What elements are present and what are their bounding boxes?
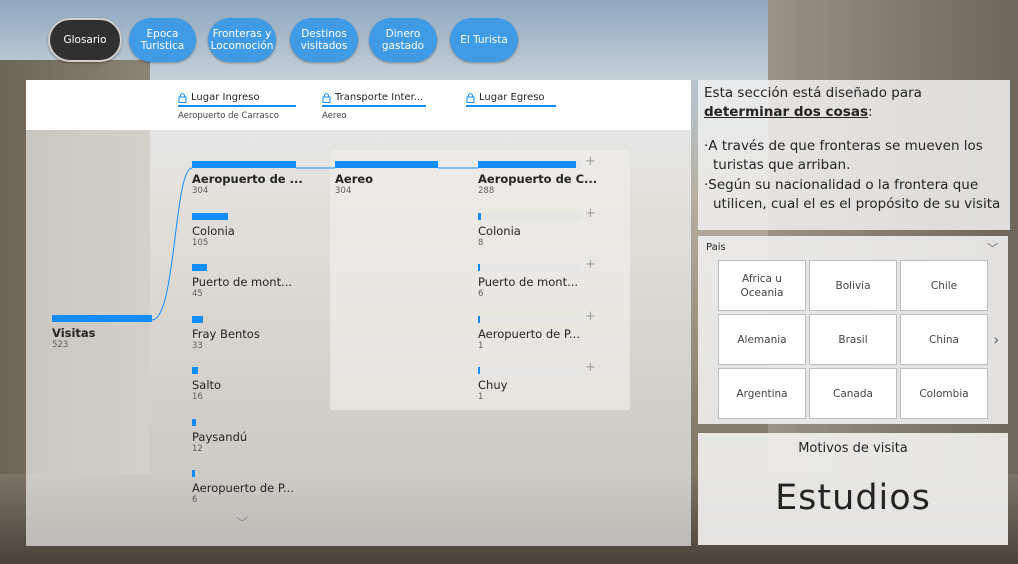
slicer-title: Pais: [706, 242, 726, 253]
info-intro: Esta sección está diseñado para determin…: [704, 85, 922, 120]
nav-button-glosario[interactable]: Glosario: [48, 18, 122, 62]
node-name: Aeropuerto de P...: [192, 481, 294, 495]
node-bar: [335, 161, 438, 168]
tree-node[interactable]: Aeropuerto de C... 288: [478, 161, 598, 196]
node-bar: [192, 212, 228, 220]
node-name: Colonia: [192, 223, 235, 238]
chevron-right-icon[interactable]: ›: [993, 330, 999, 349]
nav-button-el-turista[interactable]: El Turista: [450, 18, 518, 62]
node-bar: [192, 470, 195, 477]
nav-button-epoca-turistica[interactable]: Epoca Turistica: [129, 18, 196, 62]
plus-icon[interactable]: +: [585, 309, 596, 324]
tree-node[interactable]: Puerto de mont... 45: [192, 264, 296, 299]
tree-node[interactable]: Colonia 105: [192, 212, 296, 248]
tree-node-root[interactable]: Visitas 523: [52, 315, 152, 350]
slicer-item[interactable]: Canada: [809, 368, 897, 419]
node-name: Aeropuerto de P...: [478, 326, 580, 341]
node-count: 16: [192, 392, 203, 402]
nav-button-dinero-gastado[interactable]: Dinero gastado: [369, 18, 437, 62]
card-title: Motivos de visita: [798, 441, 908, 456]
node-name: Visitas: [52, 326, 96, 340]
node-name: Aereo: [335, 172, 374, 186]
slicer-item[interactable]: Africa u Oceania: [718, 260, 806, 311]
slicer-item[interactable]: Alemania: [718, 314, 806, 365]
slicer-item[interactable]: Argentina: [718, 368, 806, 419]
plus-icon[interactable]: +: [585, 360, 596, 375]
node-bar: [478, 161, 581, 168]
node-bar: [478, 264, 581, 271]
info-bullet-1: ·A través de que fronteras se mueven los…: [704, 138, 983, 173]
plus-icon[interactable]: +: [585, 154, 596, 169]
plus-icon[interactable]: +: [585, 257, 596, 272]
node-name: Aeropuerto de ...: [192, 172, 303, 186]
slicer-item[interactable]: Brasil: [809, 314, 897, 365]
slicer-item[interactable]: China: [900, 314, 988, 365]
node-count: 105: [192, 237, 209, 248]
node-name: Fray Bentos: [192, 326, 260, 341]
tree-node[interactable]: Colonia 8: [478, 212, 581, 248]
slicer-item[interactable]: Chile: [900, 260, 988, 311]
node-name: Chuy: [478, 378, 508, 392]
chevron-down-icon[interactable]: ﹀: [987, 240, 998, 256]
node-count: 33: [192, 340, 203, 351]
node-name: Puerto de mont...: [478, 275, 579, 289]
node-count: 1: [478, 392, 484, 402]
card-value: Estudios: [775, 478, 931, 518]
nav-button-destinos-visitados[interactable]: Destinos visitados: [290, 18, 358, 62]
node-count: 288: [478, 186, 495, 196]
scroll-down-chevron-icon[interactable]: ﹀: [236, 514, 248, 531]
nav-button-label: Dinero gastado: [381, 28, 425, 52]
tree-node[interactable]: Aeropuerto de ... 304: [192, 161, 303, 196]
tree-node[interactable]: Aeropuerto de P... 1: [478, 315, 581, 351]
node-count: 12: [192, 443, 203, 454]
slicer-item[interactable]: Bolivia: [809, 260, 897, 311]
node-count: 304: [335, 186, 352, 196]
tree-node[interactable]: Aereo 304: [335, 161, 438, 196]
plus-icon[interactable]: +: [585, 206, 596, 221]
node-count: 45: [192, 289, 203, 299]
node-count: 6: [192, 495, 198, 505]
node-name: Aeropuerto de C...: [478, 172, 598, 186]
nav-button-label: Destinos visitados: [300, 28, 348, 52]
tree-node[interactable]: Salto 16: [192, 367, 296, 402]
node-count: 523: [52, 340, 69, 350]
node-name: Puerto de mont...: [192, 275, 293, 289]
node-bar: [478, 315, 581, 323]
nav-button-label: El Turista: [460, 34, 508, 46]
info-text-box: Esta sección está diseñado para determin…: [698, 80, 1010, 230]
node-bar: [192, 315, 204, 323]
node-count: 6: [478, 289, 484, 299]
nav-button-label: Epoca Turistica: [140, 28, 185, 52]
node-bar: [192, 418, 197, 426]
tree-node[interactable]: Paysandú 12: [192, 418, 296, 454]
nav-button-fronteras-locomocion[interactable]: Fronteras y Locomoción: [208, 18, 276, 62]
node-name: Colonia: [478, 223, 521, 238]
slicer-item[interactable]: Colombia: [900, 368, 988, 419]
tree-node[interactable]: Puerto de mont... 6: [478, 264, 581, 299]
nav-button-label: Glosario: [63, 34, 107, 46]
node-bar: [192, 367, 198, 374]
decomposition-tree: Lugar Ingreso Aeropuerto de Carrasco Tra…: [26, 80, 691, 546]
info-bullet-2: ·Según su nacionalidad o la frontera que…: [704, 177, 1001, 212]
country-slicer: Pais ﹀ Africa u Oceania Bolivia Chile Al…: [698, 236, 1008, 424]
tree-node[interactable]: Fray Bentos 33: [192, 315, 296, 351]
nav-button-label: Fronteras y Locomoción: [210, 28, 274, 52]
node-count: 1: [478, 340, 484, 351]
node-name: Paysandú: [192, 429, 248, 444]
node-bar: [478, 367, 581, 374]
node-count: 8: [478, 237, 484, 248]
node-bar: [192, 161, 296, 168]
tree-node[interactable]: Chuy 1: [478, 367, 581, 402]
tree-node[interactable]: Aeropuerto de P... 6: [192, 470, 296, 505]
node-count: 304: [192, 186, 209, 196]
node-bar: [478, 212, 581, 220]
node-name: Salto: [192, 378, 222, 392]
node-bar: [192, 264, 208, 271]
motivos-card: Motivos de visita Estudios: [698, 433, 1008, 545]
